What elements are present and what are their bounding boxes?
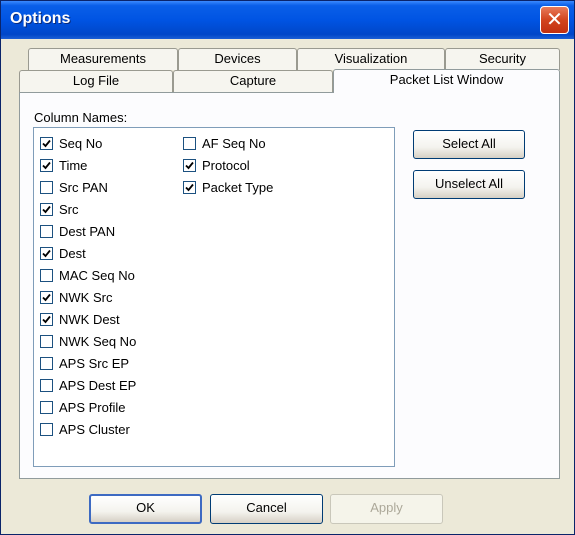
checkbox-label: Seq No <box>59 136 103 151</box>
tab-label: Devices <box>214 51 261 66</box>
apply-button: Apply <box>330 494 443 524</box>
checkbox[interactable] <box>40 247 53 260</box>
checkmark-icon <box>42 205 51 214</box>
checkbox[interactable] <box>40 291 53 304</box>
column-checkbox-src[interactable]: Src <box>40 201 79 219</box>
column-checkbox-dest[interactable]: Dest <box>40 245 86 263</box>
column-checkbox-packet-type[interactable]: Packet Type <box>183 179 273 197</box>
checkmark-icon <box>42 315 51 324</box>
checkbox-label: Src PAN <box>59 180 108 195</box>
column-checkbox-nwk-src[interactable]: NWK Src <box>40 289 112 307</box>
tab-label: Security <box>479 51 526 66</box>
ok-button[interactable]: OK <box>89 494 202 524</box>
title-bar[interactable]: Options ✕ <box>1 1 574 39</box>
checkbox-label: Time <box>59 158 88 173</box>
select-all-button[interactable]: Select All <box>413 130 525 159</box>
checkbox[interactable] <box>183 137 196 150</box>
checkbox[interactable] <box>40 269 53 282</box>
checkmark-icon <box>42 139 51 148</box>
checkbox[interactable] <box>40 423 53 436</box>
tab-measurements[interactable]: Measurements <box>28 48 178 70</box>
tab-label: Log File <box>72 73 120 88</box>
column-checkbox-aps-src-ep[interactable]: APS Src EP <box>40 355 129 373</box>
checkbox-label: APS Profile <box>59 400 126 415</box>
checkbox[interactable] <box>40 137 53 150</box>
checkbox[interactable] <box>40 401 53 414</box>
checkbox[interactable] <box>40 225 53 238</box>
checkmark-icon <box>42 249 51 258</box>
tab-label: Capture <box>229 73 277 88</box>
column-checkbox-nwk-seq-no[interactable]: NWK Seq No <box>40 333 136 351</box>
column-checkbox-af-seq-no[interactable]: AF Seq No <box>183 135 266 153</box>
checkbox-label: Src <box>59 202 79 217</box>
checkbox-label: APS Cluster <box>59 422 130 437</box>
checkbox-label: Packet Type <box>202 180 274 195</box>
checkbox-label: Dest PAN <box>59 224 116 239</box>
column-checkbox-nwk-dest[interactable]: NWK Dest <box>40 311 120 329</box>
column-checkbox-aps-profile[interactable]: APS Profile <box>40 399 125 417</box>
checkbox[interactable] <box>40 203 53 216</box>
checkmark-icon <box>185 183 194 192</box>
tab-devices[interactable]: Devices <box>178 48 297 70</box>
checkbox[interactable] <box>40 379 53 392</box>
checkbox-label: APS Src EP <box>59 356 130 371</box>
column-checkbox-protocol[interactable]: Protocol <box>183 157 250 175</box>
checkbox[interactable] <box>40 313 53 326</box>
tab-label: Packet List Window <box>389 72 504 87</box>
tab-capture[interactable]: Capture <box>173 70 333 92</box>
column-checkbox-src-pan[interactable]: Src PAN <box>40 179 108 197</box>
checkbox-label: MAC Seq No <box>59 268 135 283</box>
tab-label: Visualization <box>334 51 408 66</box>
checkbox[interactable] <box>183 159 196 172</box>
checkmark-icon <box>42 161 51 170</box>
checkbox-label: Protocol <box>202 158 250 173</box>
column-checkbox-mac-seq-no[interactable]: MAC Seq No <box>40 267 135 285</box>
options-dialog: Options ✕ Measurements Devices Visualiza… <box>0 0 575 535</box>
column-checkbox-dest-pan[interactable]: Dest PAN <box>40 223 115 241</box>
close-button[interactable]: ✕ <box>540 6 569 34</box>
checkbox-label: AF Seq No <box>202 136 266 151</box>
tab-packet-list-window[interactable]: Packet List Window <box>333 69 560 93</box>
column-checkbox-aps-cluster[interactable]: APS Cluster <box>40 421 130 439</box>
checkbox[interactable] <box>40 357 53 370</box>
tab-visualization[interactable]: Visualization <box>297 48 445 70</box>
tab-label: Measurements <box>60 51 146 66</box>
checkbox[interactable] <box>40 335 53 348</box>
checkmark-icon <box>185 161 194 170</box>
column-checkbox-time[interactable]: Time <box>40 157 87 175</box>
cancel-button[interactable]: Cancel <box>210 494 323 524</box>
column-names-label: Column Names: <box>34 110 128 125</box>
checkbox-label: Dest <box>59 246 86 261</box>
unselect-all-button[interactable]: Unselect All <box>413 170 525 199</box>
column-names-list[interactable]: Seq No Time Src PAN Src Dest PAN Dest MA… <box>33 127 395 467</box>
checkbox-label: NWK Dest <box>59 312 120 327</box>
checkbox-label: NWK Src <box>59 290 113 305</box>
checkmark-icon <box>42 293 51 302</box>
window-title: Options <box>10 10 71 27</box>
close-icon: ✕ <box>546 7 563 31</box>
tab-security[interactable]: Security <box>445 48 560 70</box>
checkbox-label: APS Dest EP <box>59 378 137 393</box>
tab-log-file[interactable]: Log File <box>19 70 173 92</box>
checkbox-label: NWK Seq No <box>59 334 137 349</box>
column-checkbox-seq-no[interactable]: Seq No <box>40 135 102 153</box>
checkbox[interactable] <box>40 159 53 172</box>
column-checkbox-aps-dest-ep[interactable]: APS Dest EP <box>40 377 136 395</box>
checkbox[interactable] <box>183 181 196 194</box>
checkbox[interactable] <box>40 181 53 194</box>
